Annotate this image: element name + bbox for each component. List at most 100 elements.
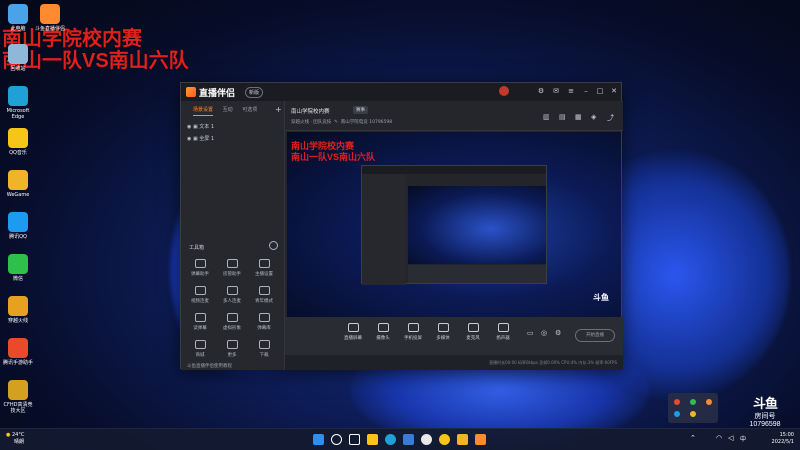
scene-item[interactable]: ◉ ▣ 文本 1 bbox=[187, 123, 214, 130]
control-label: 多媒体 bbox=[436, 336, 450, 341]
shop-icon[interactable]: ▤ bbox=[559, 113, 566, 121]
start-live-button[interactable]: 开始直播 bbox=[575, 329, 615, 342]
desktop-icon[interactable]: 此电脑 bbox=[2, 4, 34, 32]
control-button[interactable]: 手机投屏 bbox=[397, 323, 429, 341]
desktop-icon[interactable]: CFHD高清竞技大区 bbox=[2, 380, 34, 414]
desktop-icon[interactable]: 微信 bbox=[2, 254, 34, 282]
tray-app-icon[interactable] bbox=[690, 411, 696, 417]
tool-button[interactable]: 视频连麦 bbox=[185, 286, 215, 304]
settings-gear-icon[interactable]: ⚙ bbox=[555, 329, 561, 337]
toolbox-toggle-icon[interactable] bbox=[269, 241, 278, 250]
tool-button[interactable]: 更多 bbox=[217, 340, 247, 358]
search-icon[interactable] bbox=[331, 434, 342, 445]
tool-button[interactable]: 弹幕库 bbox=[249, 313, 279, 331]
tray-app-icon[interactable] bbox=[674, 399, 680, 405]
room-info: 南山学院电竞 10796598 bbox=[340, 120, 393, 125]
record-icon[interactable]: ▭ bbox=[527, 329, 534, 337]
tab-interaction[interactable]: 互动 bbox=[223, 107, 233, 113]
tool-button[interactable]: 商城 bbox=[185, 340, 215, 358]
tool-button[interactable]: 虚拟形象 bbox=[217, 313, 247, 331]
control-button[interactable]: 麦克风 bbox=[457, 323, 489, 341]
app-icon bbox=[8, 212, 28, 232]
tool-button[interactable]: 青年模式 bbox=[249, 286, 279, 304]
clock[interactable]: 15:00 2022/5/1 bbox=[760, 432, 794, 445]
desktop-icon[interactable]: 回收站 bbox=[2, 44, 34, 72]
desktop-icon[interactable]: 斗鱼直播伴侣 bbox=[34, 4, 66, 32]
stream-preview[interactable]: 南山学院校内赛 南山一队VS南山六队 斗鱼 bbox=[287, 132, 621, 317]
tool-label: 商城 bbox=[195, 353, 205, 358]
maximize-icon[interactable]: □ bbox=[595, 86, 605, 96]
tool-label: 虚拟形象 bbox=[223, 326, 241, 331]
avatar[interactable] bbox=[499, 86, 509, 96]
room-title[interactable]: 南山学院校内赛 bbox=[291, 107, 330, 115]
desktop-icon-label: 回收站 bbox=[10, 66, 26, 72]
weather-widget[interactable]: ● 24°C 晴朗 bbox=[6, 432, 24, 445]
control-icon bbox=[347, 323, 359, 332]
message-icon[interactable]: ✉ bbox=[551, 86, 561, 96]
wegame-icon[interactable] bbox=[457, 434, 468, 445]
tutorial-link[interactable]: 斗鱼直播伴侣使用教程 bbox=[187, 363, 232, 369]
tray-app-icon[interactable] bbox=[706, 399, 712, 405]
tab-options[interactable]: 可选项 bbox=[242, 107, 257, 113]
room-category[interactable]: 穿越火线 · 团队竞技 bbox=[291, 120, 331, 125]
menu-icon[interactable]: ≡ bbox=[566, 86, 576, 96]
store-icon[interactable] bbox=[403, 434, 414, 445]
control-button[interactable]: 多媒体 bbox=[427, 323, 459, 341]
desktop-icon[interactable]: QQ音乐 bbox=[2, 128, 34, 156]
control-button[interactable]: 直播屏幕 bbox=[337, 323, 369, 341]
qq-music-icon[interactable] bbox=[439, 434, 450, 445]
tool-button[interactable]: 多人连麦 bbox=[217, 286, 247, 304]
settings-icon[interactable]: ⚙ bbox=[536, 86, 546, 96]
eye-icon[interactable]: ◉ bbox=[187, 124, 191, 130]
desktop-icon[interactable]: 腾讯QQ bbox=[2, 212, 34, 240]
tool-icon bbox=[194, 340, 206, 349]
douyu-live-companion-icon[interactable] bbox=[475, 434, 486, 445]
chevron-up-icon[interactable]: ⌃ bbox=[690, 434, 696, 442]
tool-button[interactable]: 房管助手 bbox=[217, 259, 247, 277]
add-scene-icon[interactable]: + bbox=[275, 105, 282, 114]
gift-icon[interactable]: ▦ bbox=[575, 113, 582, 121]
room-tag[interactable]: 赛事 bbox=[353, 106, 368, 114]
scene-item[interactable]: ◉ ▣ 全屏 1 bbox=[187, 135, 214, 142]
tab-scene-settings[interactable]: 场景设置 bbox=[193, 107, 214, 116]
task-view-icon[interactable] bbox=[349, 434, 360, 445]
app-icon bbox=[8, 254, 28, 274]
tool-button[interactable]: 弹幕助手 bbox=[185, 259, 215, 277]
share-icon[interactable]: ⤴ bbox=[607, 113, 614, 123]
mode-icon[interactable]: ◎ bbox=[541, 329, 547, 337]
lock-room-icon[interactable]: ◈ bbox=[591, 113, 596, 121]
app-icon bbox=[8, 170, 28, 190]
desktop-icon-label: 此电脑 bbox=[10, 26, 26, 32]
tool-label: 下载 bbox=[259, 353, 269, 358]
tool-button[interactable]: 读弹幕 bbox=[185, 313, 215, 331]
version-badge[interactable]: 新版 bbox=[245, 87, 264, 98]
nested-preview bbox=[408, 186, 546, 264]
desktop-icon[interactable]: Microsoft Edge bbox=[2, 86, 34, 120]
file-explorer-icon[interactable] bbox=[367, 434, 378, 445]
volume-icon[interactable]: ◁ bbox=[728, 434, 733, 442]
lock-icon[interactable]: ▣ bbox=[193, 136, 198, 142]
tray-app-icon[interactable] bbox=[674, 411, 680, 417]
desktop-icon[interactable]: WeGame bbox=[2, 170, 34, 198]
tray-overflow-popup bbox=[668, 393, 718, 423]
tool-button[interactable]: 主播设置 bbox=[249, 259, 279, 277]
chrome-icon[interactable] bbox=[421, 434, 432, 445]
desktop-icon[interactable]: 腾讯手游助手 bbox=[2, 338, 34, 366]
close-icon[interactable]: ✕ bbox=[609, 86, 619, 96]
control-icon bbox=[407, 323, 419, 332]
lock-icon[interactable]: ▣ bbox=[193, 124, 198, 130]
minimize-icon[interactable]: – bbox=[581, 86, 591, 96]
tool-button[interactable]: 下载 bbox=[249, 340, 279, 358]
desktop-icon[interactable]: 穿越火线 bbox=[2, 296, 34, 324]
ime-icon[interactable]: 中 bbox=[740, 434, 746, 443]
control-button[interactable]: 摄像头 bbox=[367, 323, 399, 341]
edge-icon[interactable] bbox=[385, 434, 396, 445]
tray-app-icon[interactable] bbox=[690, 399, 696, 405]
eye-icon[interactable]: ◉ bbox=[187, 136, 191, 142]
control-button[interactable]: 扬声器 bbox=[487, 323, 519, 341]
app-logo-icon bbox=[186, 87, 196, 97]
lottery-icon[interactable]: ▥ bbox=[543, 113, 550, 121]
tool-icon bbox=[194, 259, 206, 268]
start-icon[interactable] bbox=[313, 434, 324, 445]
network-icon[interactable]: ◠ bbox=[716, 434, 722, 442]
